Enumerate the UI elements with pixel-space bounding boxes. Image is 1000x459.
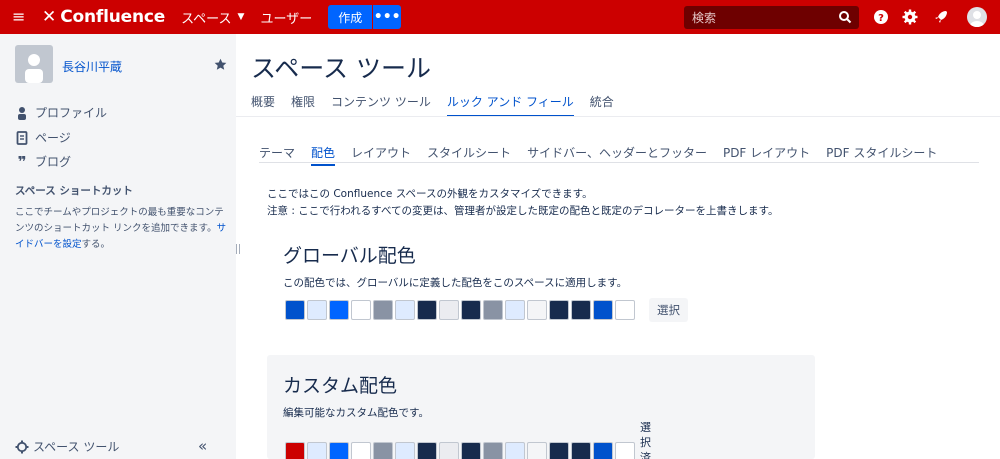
color-swatch bbox=[483, 300, 503, 320]
color-swatch bbox=[417, 300, 437, 320]
color-swatch bbox=[483, 442, 503, 459]
color-swatch bbox=[593, 442, 613, 459]
tabs-divider bbox=[236, 116, 1000, 117]
color-swatch bbox=[461, 442, 481, 459]
color-swatch bbox=[285, 300, 305, 320]
sidebar-item-pages[interactable]: ページ bbox=[15, 129, 71, 146]
global-scheme-swatches bbox=[285, 300, 637, 320]
color-swatch bbox=[439, 442, 459, 459]
intro-text: ここではこの Confluence スペースの外観をカスタマイズできます。 注意… bbox=[267, 186, 778, 220]
color-swatch bbox=[351, 300, 371, 320]
confluence-logo-icon: ✕ bbox=[42, 7, 57, 27]
color-swatch bbox=[461, 300, 481, 320]
global-scheme-title: グローバル配色 bbox=[283, 245, 416, 267]
space-tools-button[interactable]: スペース ツール bbox=[15, 438, 119, 455]
space-avatar[interactable] bbox=[15, 45, 53, 83]
sidebar-resize-handle[interactable] bbox=[236, 244, 240, 254]
tab-integrations[interactable]: 統合 bbox=[590, 93, 614, 117]
color-swatch bbox=[395, 442, 415, 459]
color-swatch bbox=[571, 442, 591, 459]
select-global-scheme-button[interactable]: 選択 bbox=[649, 298, 688, 322]
logo-text: Confluence bbox=[60, 7, 166, 27]
color-swatch bbox=[351, 442, 371, 459]
nav-users-label: ユーザー bbox=[260, 11, 313, 27]
color-swatch bbox=[527, 442, 547, 459]
color-swatch bbox=[395, 300, 415, 320]
create-button[interactable]: 作成 bbox=[328, 5, 373, 29]
user-avatar[interactable] bbox=[967, 7, 987, 27]
color-swatch bbox=[527, 300, 547, 320]
page-icon bbox=[16, 130, 28, 145]
space-avatar-icon bbox=[25, 54, 43, 83]
tab-overview[interactable]: 概要 bbox=[251, 93, 275, 117]
search-input[interactable] bbox=[684, 10, 832, 25]
subtabs-divider bbox=[259, 162, 979, 163]
sidebar-item-label: プロファイル bbox=[35, 106, 108, 120]
color-swatch bbox=[417, 442, 437, 459]
color-swatch bbox=[307, 442, 327, 459]
quote-icon: ❞ bbox=[17, 152, 27, 171]
color-swatch bbox=[373, 300, 393, 320]
color-swatch bbox=[505, 442, 525, 459]
gear-icon bbox=[15, 440, 29, 453]
person-icon bbox=[18, 106, 26, 120]
help-icon[interactable]: ? bbox=[873, 9, 889, 25]
settings-gear-icon[interactable] bbox=[902, 9, 918, 25]
nav-spaces-label: スペース bbox=[181, 11, 232, 27]
svg-text:?: ? bbox=[878, 13, 884, 24]
color-swatch bbox=[549, 300, 569, 320]
nav-spaces[interactable]: スペース ▼ bbox=[181, 8, 244, 27]
global-scheme-description: この配色では、グローバルに定義した配色をこのスペースに適用します。 bbox=[283, 277, 628, 289]
shortcut-description-suffix: する。 bbox=[81, 239, 111, 250]
custom-scheme-swatches bbox=[285, 442, 637, 459]
menu-icon[interactable]: ≡ bbox=[12, 9, 34, 25]
color-swatch bbox=[285, 442, 305, 459]
sidebar-item-blog[interactable]: ❞ ブログ bbox=[15, 152, 72, 171]
color-swatch bbox=[549, 442, 569, 459]
color-swatch bbox=[329, 300, 349, 320]
search-icon[interactable] bbox=[838, 10, 852, 24]
intro-line-2: 注意 : ここで行われるすべての変更は、管理者が設定した既定の配色と既定のデコレ… bbox=[267, 205, 779, 217]
color-swatch bbox=[329, 442, 349, 459]
space-name-link[interactable]: 長谷川平蔵 bbox=[62, 58, 122, 75]
color-swatch bbox=[571, 300, 591, 320]
more-create-button[interactable]: ••• bbox=[373, 5, 402, 29]
color-swatch bbox=[439, 300, 459, 320]
shortcut-section-title: スペース ショートカット bbox=[15, 185, 133, 197]
sidebar-item-label: ページ bbox=[35, 131, 71, 145]
shortcut-description-text: ここでチームやプロジェクトの最も重要なコンテンツのショートカット リンクを追加で… bbox=[15, 207, 224, 234]
search-box bbox=[684, 6, 859, 29]
color-swatch bbox=[505, 300, 525, 320]
chevron-down-icon: ▼ bbox=[237, 12, 245, 22]
shortcut-description: ここでチームやプロジェクトの最も重要なコンテンツのショートカット リンクを追加で… bbox=[15, 205, 230, 253]
nav-users[interactable]: ユーザー bbox=[260, 8, 312, 27]
custom-scheme-description: 編集可能なカスタム配色です。 bbox=[283, 407, 429, 419]
color-swatch bbox=[615, 300, 635, 320]
color-swatch bbox=[373, 442, 393, 459]
collapse-sidebar-button[interactable]: « bbox=[198, 437, 207, 455]
sidebar-item-label: ブログ bbox=[35, 155, 72, 169]
color-swatch bbox=[615, 442, 635, 459]
tab-look-and-feel[interactable]: ルック アンド フィール bbox=[446, 93, 574, 117]
space-tools-tabs: 概要 権限 コンテンツ ツール ルック アンド フィール 統合 bbox=[251, 93, 630, 117]
notifications-rocket-icon[interactable] bbox=[933, 9, 949, 25]
tab-content-tools[interactable]: コンテンツ ツール bbox=[331, 93, 431, 117]
space-sidebar: 長谷川平蔵 プロファイル ページ ❞ ブログ スペース ショートカット ここでチ… bbox=[0, 34, 236, 459]
sidebar-item-profile[interactable]: プロファイル bbox=[15, 104, 107, 121]
space-tools-label: スペース ツール bbox=[33, 440, 120, 454]
tab-permissions[interactable]: 権限 bbox=[291, 93, 315, 117]
star-icon[interactable] bbox=[214, 58, 227, 71]
custom-scheme-selected-label: 選択済 bbox=[640, 421, 651, 459]
intro-line-1: ここではこの Confluence スペースの外観をカスタマイズできます。 bbox=[267, 188, 593, 200]
page-title: スペース ツール bbox=[251, 54, 431, 83]
user-avatar-icon bbox=[970, 11, 984, 27]
color-swatch bbox=[593, 300, 613, 320]
confluence-logo[interactable]: ✕ Confluence bbox=[42, 7, 165, 27]
color-swatch bbox=[307, 300, 327, 320]
custom-scheme-title: カスタム配色 bbox=[283, 375, 398, 397]
